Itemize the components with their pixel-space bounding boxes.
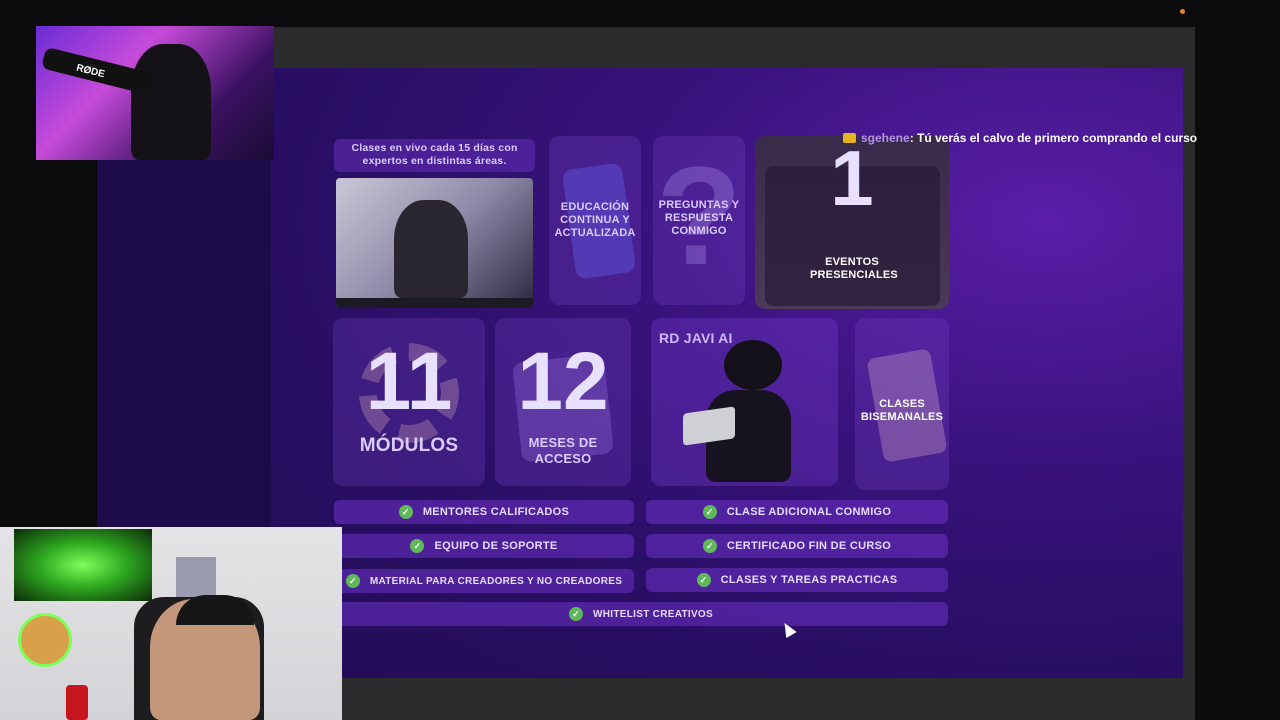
events-number: 1	[830, 136, 874, 222]
feature-label: CLASE ADICIONAL CONMIGO	[726, 506, 892, 518]
months-label: MESES DE ACCESO	[528, 435, 598, 466]
feature-label: CERTIFICADO FIN DE CURSO	[726, 540, 892, 552]
biweekly-tile: CLASES BISEMANALES	[855, 318, 949, 490]
status-dot	[1180, 9, 1185, 14]
months-number: 12	[517, 336, 609, 427]
feature-label: MATERIAL PARA CREADORES Y NO CREADORES	[369, 575, 623, 587]
crown-icon	[843, 133, 856, 143]
modules-tile: 11 MÓDULOS	[333, 318, 485, 486]
neon-logo	[18, 613, 72, 667]
events-label: EVENTOS PRESENCIALES	[810, 256, 898, 281]
red-bottle	[66, 685, 88, 720]
education-tile: EDUCACIÓN CONTINUA Y ACTUALIZADA	[549, 136, 641, 305]
feature-label: EQUIPO DE SOPORTE	[434, 540, 558, 552]
feature-pill: ✓ CERTIFICADO FIN DE CURSO	[646, 534, 948, 558]
check-icon: ✓	[702, 539, 717, 553]
check-icon: ✓	[398, 505, 413, 519]
check-icon: ✓	[345, 574, 360, 588]
check-icon: ✓	[702, 505, 717, 519]
feature-pill: ✓ MATERIAL PARA CREADORES Y NO CREADORES	[334, 569, 634, 593]
feature-label: WHITELIST CREATIVOS	[593, 608, 713, 620]
feature-pill: ✓ EQUIPO DE SOPORTE	[334, 534, 634, 558]
tv-screen	[14, 529, 152, 601]
events-tile: 1 EVENTOS PRESENCIALES	[755, 136, 949, 309]
check-icon: ✓	[569, 607, 584, 621]
webcam-top: RØDE	[36, 26, 274, 160]
webcam-bottom	[0, 527, 342, 720]
chat-text: : Tú verás el calvo de primero comprando…	[909, 131, 1198, 145]
questions-tile: ? PREGUNTAS Y RESPUESTA CONMIGO	[653, 136, 745, 305]
feature-label: CLASES Y TAREAS PRACTICAS	[720, 574, 898, 586]
chat-message: sgehene: Tú verás el calvo de primero co…	[843, 131, 1197, 145]
feature-pill: ✓ CLASES Y TAREAS PRACTICAS	[646, 568, 948, 592]
robot-icon	[724, 340, 782, 390]
check-icon: ✓	[696, 573, 711, 587]
feature-pill: ✓ MENTORES CALIFICADOS	[334, 500, 634, 524]
modules-label: MÓDULOS	[359, 435, 459, 456]
video-call-thumbnail	[336, 178, 533, 308]
ai-tile: RD JAVI AI	[651, 318, 838, 486]
live-classes-tile: Clases en vivo cada 15 días con expertos…	[334, 139, 535, 172]
biweekly-label: CLASES BISEMANALES	[860, 398, 944, 423]
instructor-figure	[394, 200, 468, 298]
check-icon: ✓	[410, 539, 425, 553]
feature-label: MENTORES CALIFICADOS	[422, 506, 570, 518]
slide: Clases en vivo cada 15 días con expertos…	[271, 68, 1183, 678]
questions-label: PREGUNTAS Y RESPUESTA CONMIGO	[658, 199, 740, 237]
live-classes-label: Clases en vivo cada 15 días con expertos…	[351, 142, 518, 167]
access-months-tile: 12 MESES DE ACCESO	[495, 318, 631, 486]
feature-pill: ✓ CLASE ADICIONAL CONMIGO	[646, 500, 948, 524]
feature-pill: ✓ WHITELIST CREATIVOS	[334, 602, 948, 626]
ai-label: RD JAVI AI	[659, 330, 733, 346]
call-toolbar	[336, 298, 533, 308]
modules-number: 11	[365, 336, 453, 427]
streamer-figure	[131, 44, 211, 160]
chat-username: sgehene	[861, 131, 910, 145]
education-label: EDUCACIÓN CONTINUA Y ACTUALIZADA	[554, 201, 636, 239]
